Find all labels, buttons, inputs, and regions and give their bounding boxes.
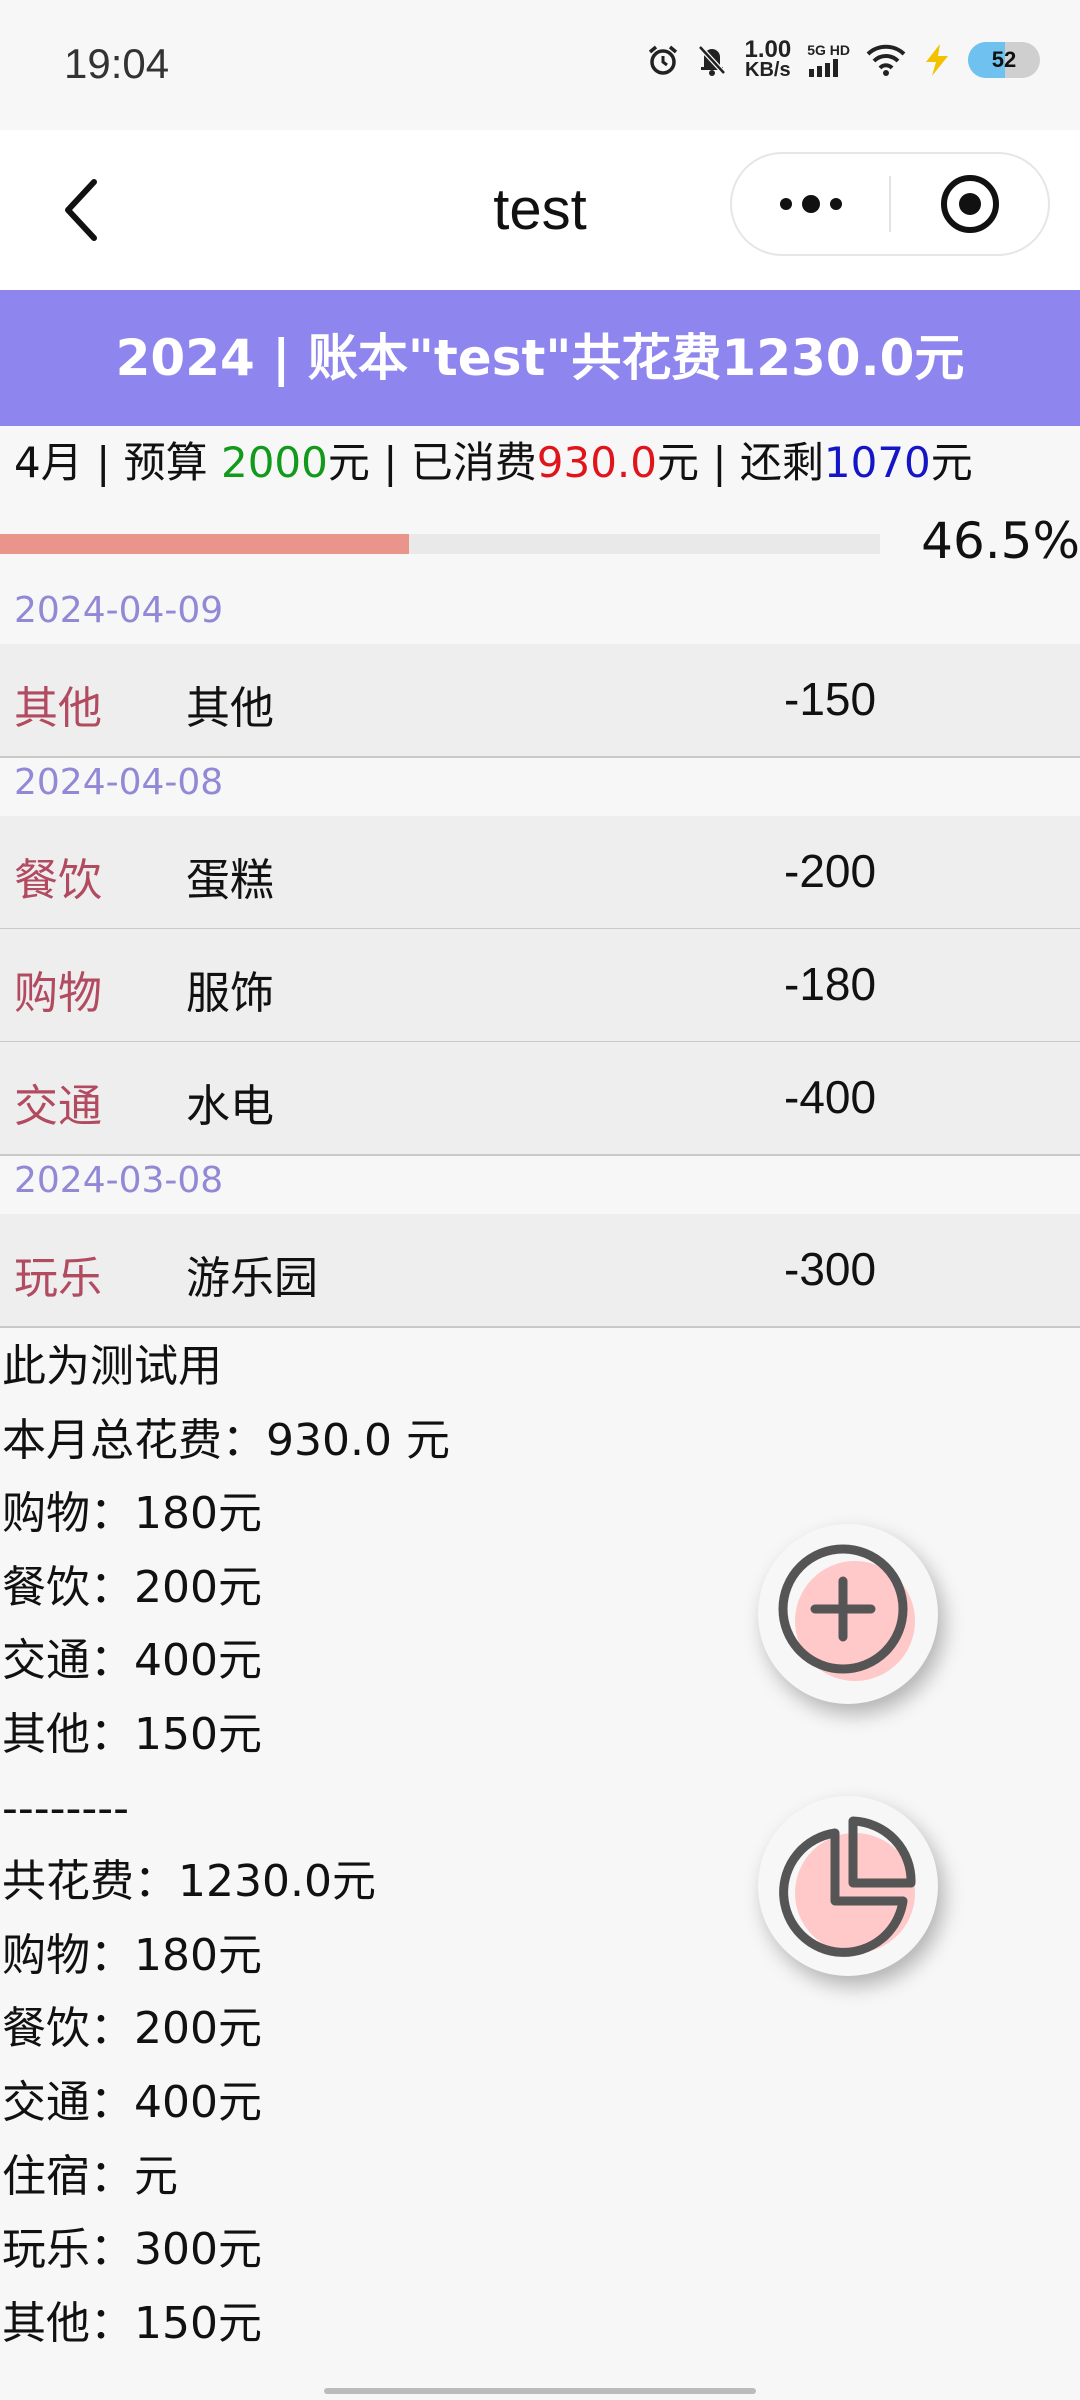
record-row[interactable]: 购物 服饰 -180: [0, 929, 1080, 1043]
record-row[interactable]: 交通 水电 -400: [0, 1042, 1080, 1156]
separator: |: [369, 438, 411, 487]
stats-line: 餐饮：200元: [2, 2003, 262, 2055]
budget-progress-bar: [0, 534, 880, 554]
budget-progress-fill: [0, 534, 410, 554]
record-amount: -200: [784, 845, 877, 897]
wifi-icon: [866, 44, 906, 76]
remaining-value: 1070: [823, 438, 931, 487]
record-amount: -300: [784, 1243, 877, 1295]
nav-bar: test: [0, 130, 1080, 290]
separator: |: [82, 438, 124, 487]
stats-line: --------: [2, 1782, 130, 1834]
remaining-unit: 元: [930, 438, 973, 487]
record-category: 餐饮: [14, 855, 102, 906]
network-speed-unit: KB/s: [745, 59, 791, 81]
stats-line: 住宿：元: [2, 2150, 178, 2202]
more-dots-icon: [779, 195, 842, 213]
stats-line: 其他：150元: [2, 1708, 262, 1760]
date-header: 2024-03-08: [14, 1160, 224, 1201]
close-mini-program-button[interactable]: [891, 154, 1048, 254]
statistics-text: 此为测试用 本月总花费：930.0 元 购物：180元 餐饮：200元 交通：4…: [2, 1330, 762, 2360]
record-category: 购物: [14, 968, 102, 1019]
target-circle-icon: [940, 175, 999, 233]
stats-line: 交通：400元: [2, 1635, 262, 1687]
stats-line: 购物：180元: [2, 1488, 262, 1540]
budget-value: 2000: [220, 438, 328, 487]
stats-line: 共花费：1230.0元: [2, 1856, 376, 1908]
network-speed-value: 1.00: [744, 36, 792, 63]
spent-value: 930.0: [536, 438, 657, 487]
budget-unit: 元: [327, 438, 370, 487]
alarm-icon: [646, 43, 680, 77]
mute-bell-icon: [696, 43, 728, 77]
budget-label: 预算: [123, 438, 208, 487]
stats-line: 玩乐：300元: [2, 2224, 262, 2276]
status-time: 19:04: [64, 40, 170, 87]
stats-line: 交通：400元: [2, 2076, 262, 2128]
pie-chart-icon: [779, 1816, 916, 1957]
battery-icon: 52: [968, 42, 1040, 78]
record-amount: -180: [784, 958, 877, 1010]
record-note: 服饰: [186, 968, 274, 1019]
mini-program-capsule: [730, 152, 1050, 256]
date-header: 2024-04-09: [14, 590, 224, 631]
separator: |: [699, 438, 740, 487]
ledger-total-banner: 2024 | 账本"test"共花费1230.0元: [0, 290, 1080, 426]
signal-label: 5G HD: [807, 42, 850, 58]
date-header: 2024-04-08: [14, 762, 224, 803]
remaining-label: 还剩: [739, 438, 824, 487]
battery-text: 52: [991, 47, 1017, 72]
month-summary: 4月 | 预算 2000元 | 已消费930.0元 | 还剩1070元: [14, 432, 973, 494]
record-note: 其他: [186, 683, 274, 734]
network-speed: 1.00 KB/s: [744, 36, 792, 81]
stats-line: 本月总花费：930.0 元: [2, 1414, 450, 1466]
record-row[interactable]: 玩乐 游乐园 -300: [0, 1214, 1080, 1328]
home-indicator[interactable]: [324, 2388, 756, 2394]
month-label: 4月: [14, 438, 83, 487]
record-amount: -150: [784, 673, 877, 725]
stats-line: 购物：180元: [2, 1929, 262, 1981]
more-button[interactable]: [732, 154, 889, 254]
record-row[interactable]: 其他 其他 -150: [0, 644, 1080, 758]
record-amount: -400: [784, 1071, 877, 1123]
stats-line: 此为测试用: [2, 1341, 222, 1392]
status-icons: 1.00 KB/s 5G HD 52: [646, 36, 1040, 81]
record-category: 其他: [14, 683, 102, 734]
record-note: 水电: [186, 1081, 274, 1132]
stats-line: 其他：150元: [2, 2297, 262, 2349]
signal-icon: 5G HD: [807, 43, 850, 77]
spent-unit: 元: [657, 438, 700, 487]
record-row[interactable]: 餐饮 蛋糕 -200: [0, 816, 1080, 930]
budget-progress-percent: 46.5%: [921, 512, 1080, 570]
spent-label: 已消费: [410, 438, 537, 487]
statistics-chart-button[interactable]: [758, 1796, 938, 1976]
record-note: 蛋糕: [186, 855, 274, 906]
record-category: 玩乐: [14, 1253, 102, 1304]
record-category: 交通: [14, 1081, 102, 1132]
record-note: 游乐园: [186, 1253, 318, 1304]
add-circle-icon: [778, 1544, 915, 1681]
add-record-button[interactable]: [758, 1524, 938, 1704]
status-bar: 19:04 1.00 KB/s 5G HD 52: [0, 0, 1080, 130]
stats-line: 餐饮：200元: [2, 1561, 262, 1613]
charging-icon: [922, 42, 952, 78]
